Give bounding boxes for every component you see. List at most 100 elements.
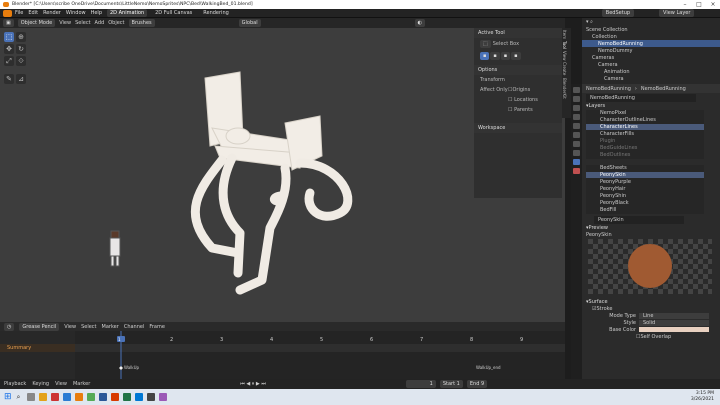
menu-window[interactable]: Window [66, 10, 86, 16]
ds-menu-view[interactable]: View [64, 324, 76, 330]
measure-tool-icon[interactable]: ⊿ [16, 74, 26, 84]
excel-icon[interactable] [123, 393, 132, 401]
orientation-dropdown[interactable]: Global [238, 19, 261, 27]
layer-item[interactable]: NemoPixel [586, 110, 704, 117]
layers-panel-header[interactable]: ▾ Layers [582, 102, 720, 109]
material-name-field[interactable]: PeonySkin [594, 215, 684, 224]
task-view-icon[interactable] [27, 393, 36, 401]
outliner-item-nemobedrunning[interactable]: NemoBedRunning [582, 40, 720, 47]
options-header[interactable]: Options [474, 65, 562, 75]
object-mode-dropdown[interactable]: Object Mode [17, 19, 56, 27]
tab-tool[interactable]: Tool [562, 41, 567, 49]
move-tool-icon[interactable]: ✥ [4, 44, 14, 54]
base-color-swatch[interactable] [639, 327, 709, 332]
workspace-header[interactable]: Workspace [474, 123, 562, 133]
layer-item[interactable]: Plugin [586, 138, 704, 145]
app-icon[interactable] [159, 393, 168, 401]
end-frame-field[interactable]: End 9 [466, 380, 488, 388]
minimize-button[interactable]: – [678, 0, 692, 9]
world-props-icon[interactable] [573, 132, 580, 138]
mode-invert-icon[interactable]: ▪ [511, 52, 521, 60]
layer-item[interactable]: CharacterFills [586, 131, 704, 138]
scale-tool-icon[interactable]: ⤢ [4, 56, 14, 66]
stroke-subpanel[interactable]: ☑ Stroke [582, 305, 720, 312]
menu-edit[interactable]: Edit [28, 10, 38, 16]
mode-new-icon[interactable]: ▪ [480, 52, 490, 60]
style-dropdown[interactable]: Solid [639, 319, 709, 326]
output-props-icon[interactable] [573, 105, 580, 111]
annotate-tool-icon[interactable]: ✎ [4, 74, 14, 84]
app-icon[interactable] [147, 393, 156, 401]
menu-help[interactable]: Help [91, 10, 102, 16]
maximize-button[interactable]: □ [692, 0, 706, 9]
ds-menu-channel[interactable]: Channel [124, 324, 145, 330]
layer-item[interactable]: CharacterLines [586, 124, 704, 131]
outliner-item-collection[interactable]: Collection [582, 33, 720, 40]
current-frame-indicator[interactable]: 1 [118, 337, 121, 342]
viewport-shading-button[interactable]: ◐ [414, 19, 425, 27]
active-tool-header[interactable]: Active Tool [474, 28, 562, 38]
material-item[interactable]: PeonyShin [586, 193, 704, 200]
scene-selector[interactable]: BedSetup [601, 9, 635, 17]
playback-menu[interactable]: Playback [4, 381, 26, 387]
transform-subheader[interactable]: Transform [474, 75, 562, 85]
tab-rendering[interactable]: Rendering [200, 9, 232, 17]
explorer-icon[interactable] [39, 393, 48, 401]
parents-checkbox[interactable]: ☐ Parents [474, 105, 562, 115]
app-icon[interactable] [87, 393, 96, 401]
object-props-icon[interactable] [573, 141, 580, 147]
layer-item[interactable]: BedGuideLines [586, 145, 704, 152]
powerpoint-icon[interactable] [111, 393, 120, 401]
self-overlap-checkbox[interactable]: ☐ Self Overlap [582, 333, 720, 340]
view-layer-props-icon[interactable] [573, 114, 580, 120]
blender-menu-icon[interactable] [3, 9, 12, 17]
current-frame-field[interactable]: 1 [405, 380, 436, 388]
tab-2d-animation[interactable]: 2D Animation [107, 9, 148, 17]
tool-props-icon[interactable] [573, 87, 580, 93]
outliner-item-camera[interactable]: Camera [582, 61, 720, 68]
vp-menu-object[interactable]: Object [108, 20, 124, 26]
editor-type-button[interactable]: ▣ [3, 19, 14, 27]
close-button[interactable]: × [706, 0, 720, 9]
tab-create[interactable]: Create [562, 62, 567, 75]
windows-start-icon[interactable]: ⊞ [4, 392, 12, 402]
system-clock[interactable]: 3:15 PM 3/26/2021 [691, 391, 714, 403]
layer-item[interactable]: CharacterOutlineLines [586, 117, 704, 124]
surface-panel-header[interactable]: ▾ Surface [582, 298, 720, 305]
ds-menu-frame[interactable]: Frame [149, 324, 165, 330]
rotate-tool-icon[interactable]: ↻ [16, 44, 26, 54]
transform-tool-icon[interactable]: ⟐ [16, 56, 26, 66]
menu-file[interactable]: File [15, 10, 23, 16]
select-box-tool-icon[interactable]: ⬚ [4, 32, 14, 42]
object-name-field[interactable]: NemoBedRunning [582, 93, 720, 102]
tab-2d-full-canvas[interactable]: 2D Full Canvas [152, 9, 195, 17]
outliner-item-scene-collection[interactable]: Scene Collection [582, 26, 720, 33]
dopesheet-editor-type-icon[interactable]: ◷ [4, 322, 15, 331]
tab-blenderkit[interactable]: BlenderKit [562, 78, 567, 99]
vp-menu-view[interactable]: View [59, 20, 71, 26]
outliner-item-camera-data[interactable]: Camera [582, 75, 720, 82]
mode-type-dropdown[interactable]: Line [639, 312, 709, 319]
view-menu[interactable]: View [55, 381, 67, 387]
search-icon[interactable]: ⌕ [17, 393, 21, 402]
marker-walkup-end[interactable]: WalkUp_end [476, 365, 501, 370]
preview-panel-header[interactable]: ▾ Preview [582, 224, 720, 231]
select-box-icon[interactable]: ⬚ [480, 40, 491, 48]
outliner-item-animation[interactable]: Animation [582, 68, 720, 75]
jump-end-icon[interactable]: ⏭ [261, 381, 266, 387]
material-item[interactable]: PeonyPurple [586, 179, 704, 186]
summary-track-label[interactable]: Summary [7, 345, 31, 351]
marker-walkup[interactable]: WalkUp [124, 365, 139, 370]
layer-item[interactable]: BedOutlines [586, 152, 704, 159]
scene-props-icon[interactable] [573, 123, 580, 129]
mode-subtract-icon[interactable]: ▪ [500, 52, 511, 60]
cursor-tool-icon[interactable]: ⊕ [16, 32, 26, 42]
object-data-props-icon[interactable] [573, 159, 580, 165]
object-name-value[interactable]: NemoBedRunning [586, 93, 696, 102]
material-item[interactable]: PeonyBlack [586, 200, 704, 207]
marker-menu[interactable]: Marker [73, 381, 90, 387]
material-item[interactable]: BedFill [586, 207, 704, 214]
tab-item[interactable]: Item [562, 30, 567, 39]
filter-icon[interactable]: ▾ ⌕ [586, 19, 593, 25]
ds-menu-marker[interactable]: Marker [102, 324, 119, 330]
